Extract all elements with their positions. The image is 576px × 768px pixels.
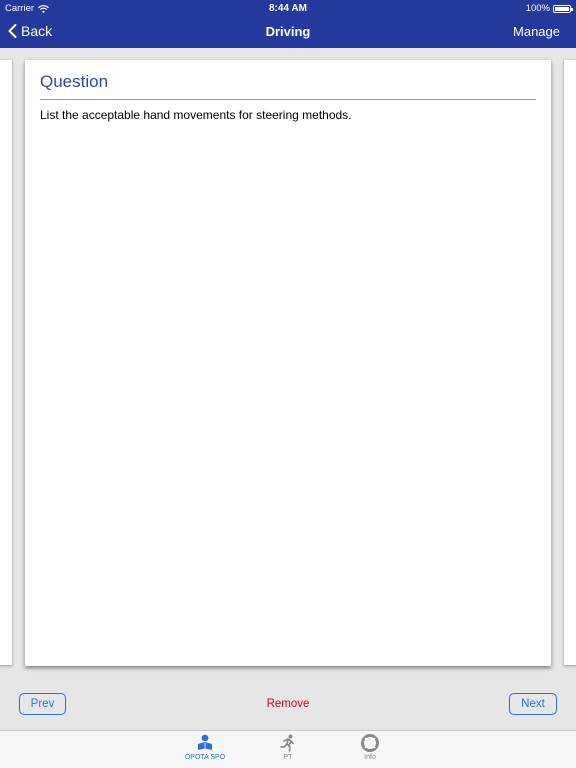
page-title: Driving	[265, 24, 311, 39]
tab-label: OPOTA SPO	[184, 754, 226, 761]
navigation-bar: Back Driving Manage	[0, 16, 576, 48]
question-text: List the acceptable hand movements for s…	[40, 108, 352, 122]
tab-pt[interactable]: PT	[258, 734, 318, 761]
bottom-toolbar: Prev Remove Next	[0, 682, 576, 730]
lifebuoy-icon	[361, 734, 379, 752]
remove-row: Remove	[0, 698, 576, 710]
reader-icon	[198, 734, 212, 750]
question-card: Question List the acceptable hand moveme…	[25, 60, 551, 666]
tab-info[interactable]: Info	[340, 734, 400, 761]
next-button[interactable]: Next	[509, 693, 557, 715]
card-heading: Question	[40, 72, 109, 91]
top-bar: Carrier 8:44 AM 100% Back Driving Manage	[0, 0, 576, 48]
battery-icon	[553, 4, 573, 13]
tab-label: Info	[364, 754, 376, 761]
runner-icon	[280, 734, 294, 752]
status-time: 8:44 AM	[269, 3, 307, 14]
tab-bar: OPOTA SPO PT Info	[0, 730, 576, 768]
remove-button[interactable]: Remove	[267, 698, 310, 710]
battery-info: 100%	[525, 3, 573, 14]
manage-button[interactable]: Manage	[513, 24, 560, 39]
next-card-edge[interactable]	[564, 60, 576, 665]
battery-percent: 100%	[525, 3, 550, 14]
heading-divider	[40, 99, 536, 100]
status-bar: Carrier 8:44 AM 100%	[0, 0, 576, 16]
tab-label: PT	[283, 754, 293, 761]
tab-opota-spo[interactable]: OPOTA SPO	[175, 734, 235, 761]
card-carousel[interactable]: Question List the acceptable hand moveme…	[0, 48, 576, 682]
previous-card-edge[interactable]	[0, 60, 12, 665]
